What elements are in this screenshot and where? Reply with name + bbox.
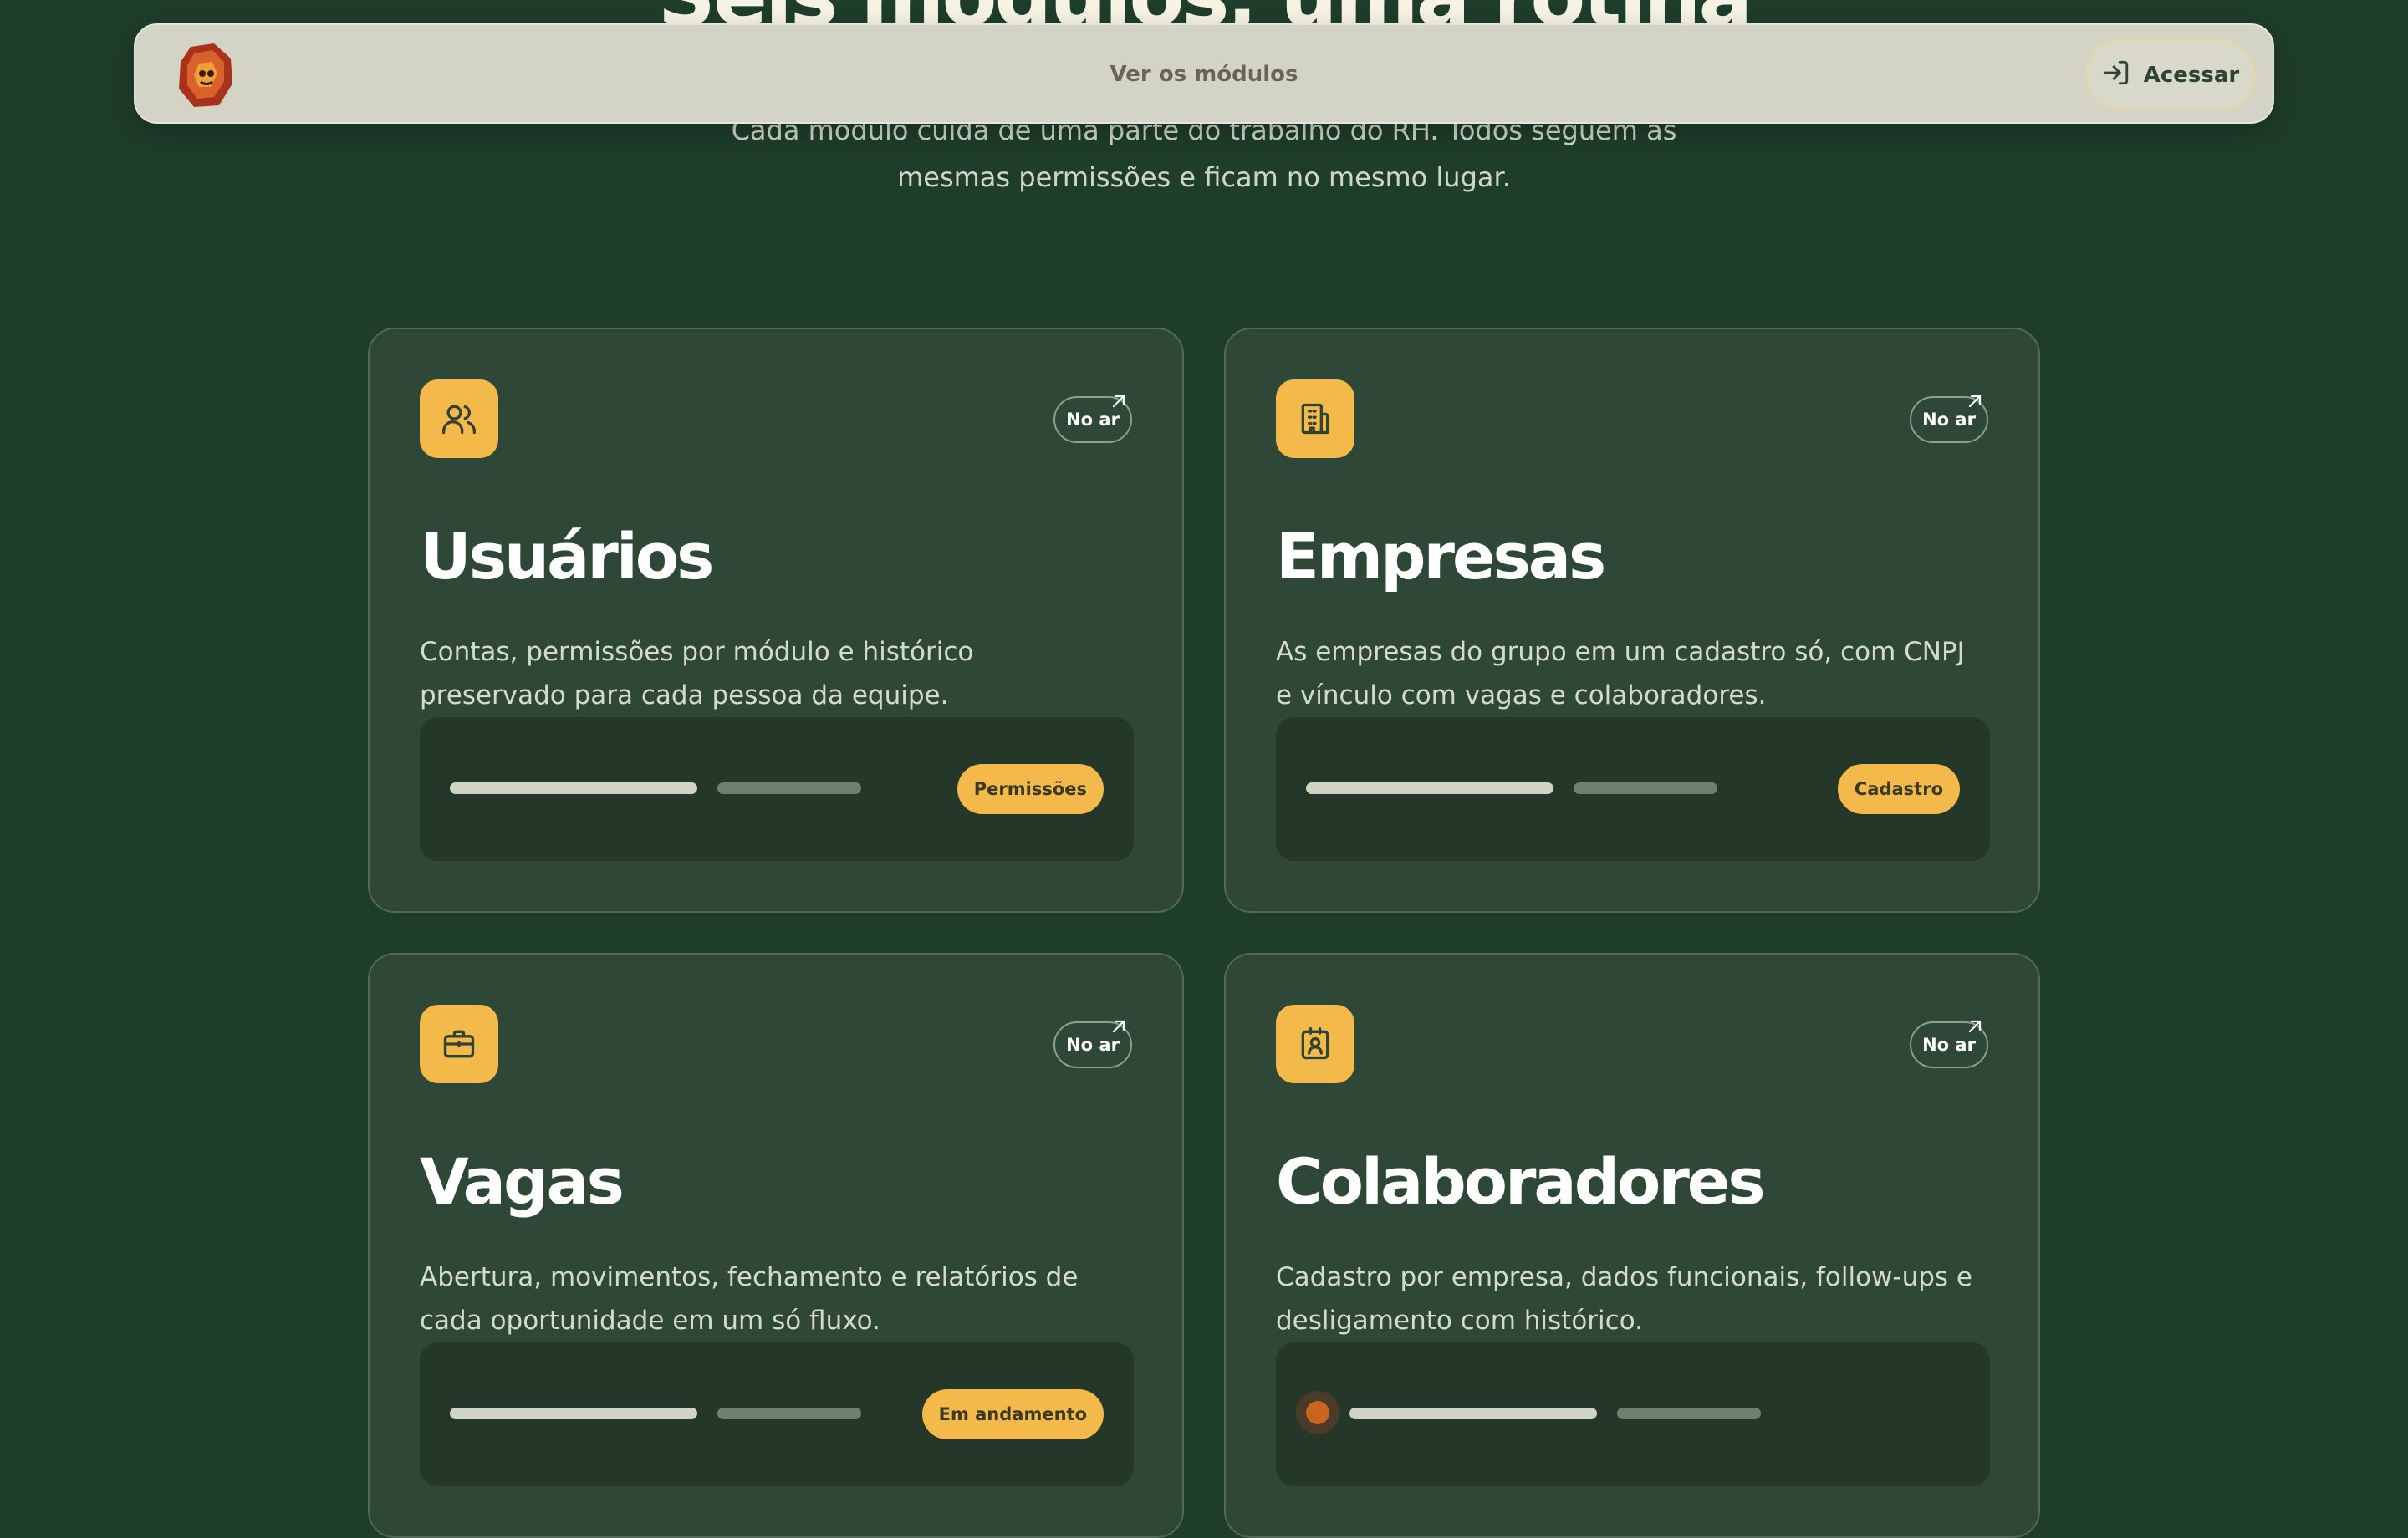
module-title: Usuários [420,519,714,593]
arrow-up-right-icon [1112,395,1125,408]
module-title: Empresas [1276,519,1606,593]
module-card-empresas[interactable]: No ar Empresas As empresas do grupo em u… [1224,328,2040,913]
module-tag: Permissões [957,764,1104,814]
module-title: Colaboradores [1276,1144,1766,1219]
preview-bar-primary [1349,1408,1597,1419]
preview-bar-secondary [717,1408,861,1419]
status-badge[interactable]: No ar [1054,395,1132,443]
module-card-colaboradores[interactable]: No ar Colaboradores Cadastro por empresa… [1224,953,2040,1538]
preview-bar-primary [1306,782,1553,794]
status-badge[interactable]: No ar [1910,1020,1988,1068]
id-badge-icon [1276,1005,1354,1083]
briefcase-icon [420,1005,498,1083]
building-icon [1276,379,1354,458]
module-card-vagas[interactable]: No ar Vagas Abertura, movimentos, fecham… [368,953,1184,1538]
status-label: No ar [1922,410,1976,430]
login-button[interactable]: Acessar [2085,40,2256,110]
arrow-up-right-icon [1968,1020,1982,1033]
module-preview: Em andamento [420,1342,1134,1486]
module-description: Cadastro por empresa, dados funcionais, … [1276,1262,1972,1336]
module-preview [1276,1342,1990,1486]
status-label: No ar [1922,1035,1976,1055]
arrow-up-right-icon [1112,1020,1125,1033]
modules-nav-link[interactable]: Ver os módulos [135,62,2273,87]
preview-bar-secondary [1617,1408,1761,1419]
status-label: No ar [1066,1035,1120,1055]
module-description: Abertura, movimentos, fechamento e relat… [420,1262,1079,1336]
preview-bar-secondary [1574,782,1717,794]
login-icon [2102,59,2130,93]
module-title: Vagas [420,1144,625,1219]
status-label: No ar [1066,410,1120,430]
preview-bar-primary [450,782,697,794]
module-preview: Cadastro [1276,717,1990,861]
users-icon [420,379,498,458]
login-label: Acessar [2143,63,2240,88]
module-preview: Permissões [420,717,1134,861]
top-navigation-bar: Ver os módulos Acessar [134,23,2274,124]
status-dot [1306,1401,1329,1424]
status-badge[interactable]: No ar [1054,1020,1132,1068]
module-description: As empresas do grupo em um cadastro só, … [1276,637,1965,710]
module-card-usuarios[interactable]: No ar Usuários Contas, permissões por mó… [368,328,1184,913]
module-tag: Em andamento [921,1389,1104,1439]
arrow-up-right-icon [1968,395,1982,408]
preview-bar-primary [450,1408,697,1419]
status-badge[interactable]: No ar [1910,395,1988,443]
module-description: Contas, permissões por módulo e históric… [420,637,974,710]
preview-bar-secondary [717,782,861,794]
module-tag: Cadastro [1837,764,1960,814]
